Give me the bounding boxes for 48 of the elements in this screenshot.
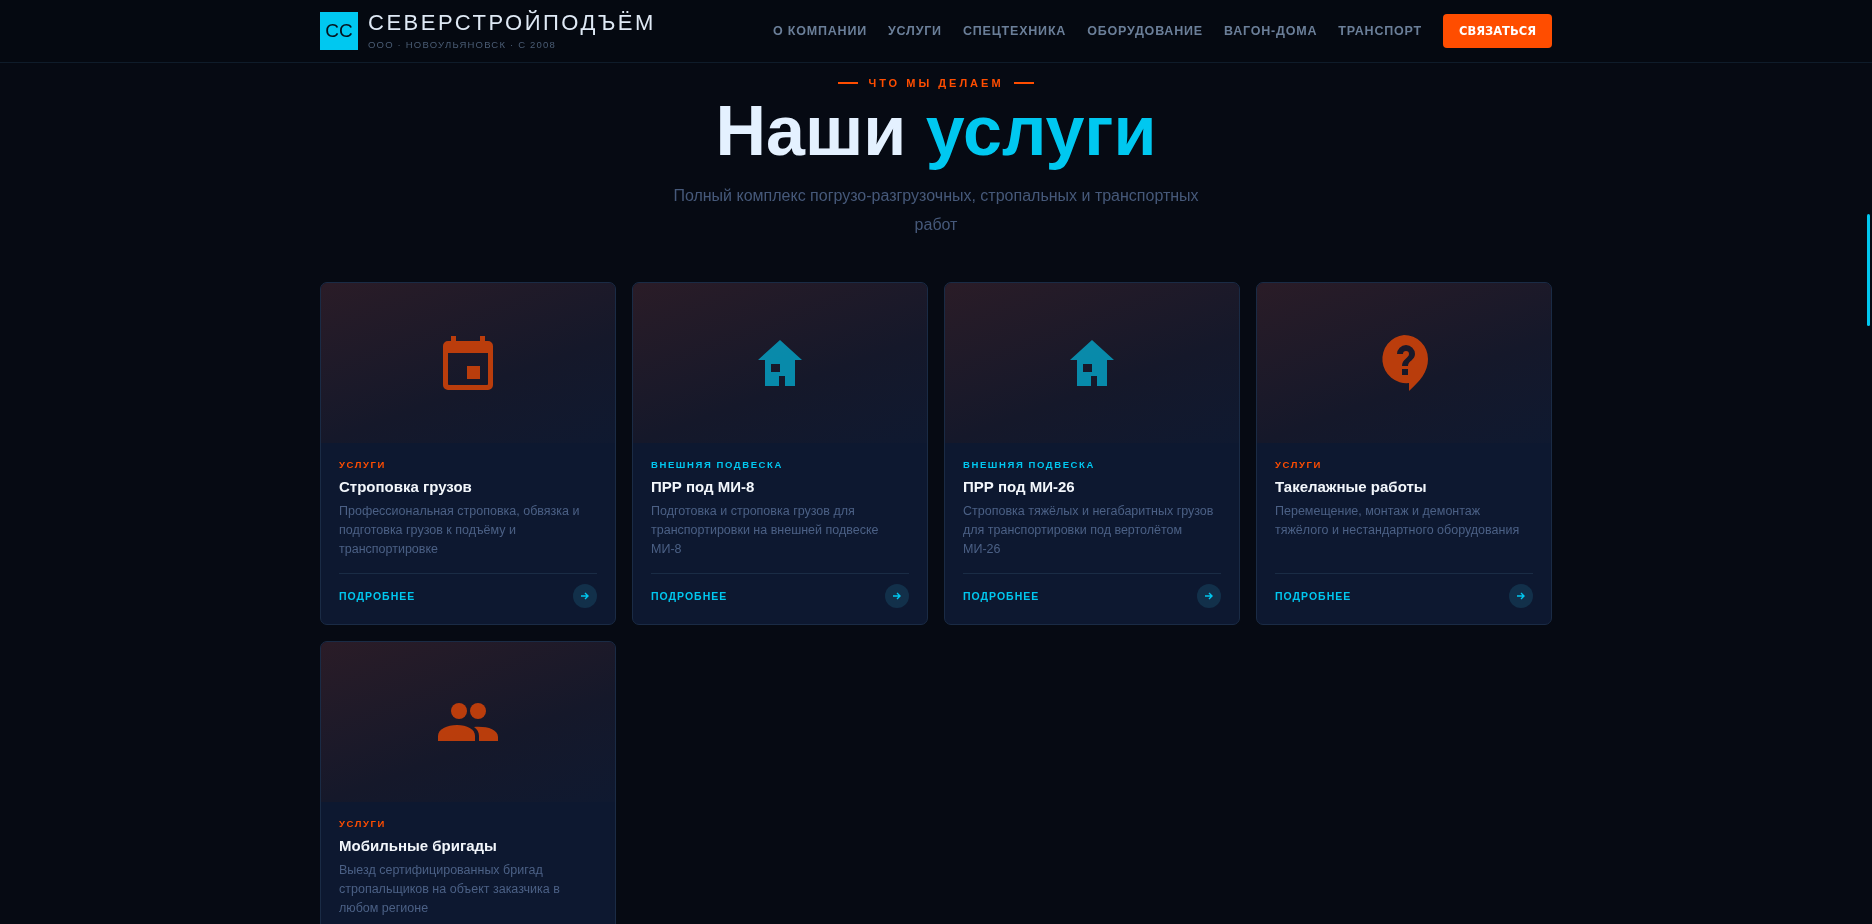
card-description: Перемещение, монтаж и демонтаж тяжёлого и нестандартного оборудования (1275, 503, 1521, 539)
calendar-icon (443, 336, 493, 390)
eyebrow-rule (1013, 82, 1034, 84)
card-category: УСЛУГИ (1275, 459, 1323, 471)
eyebrow-rule (838, 82, 859, 84)
section-title: Наши услуги (715, 91, 1157, 171)
card-title: Мобильные бригады (339, 836, 498, 855)
card-title: Такелажные работы (1275, 477, 1428, 496)
card-title: ПРР под МИ-26 (963, 477, 1076, 496)
card-description: Строповка тяжёлых и негабаритных грузов для транспортировки под вертолётом МИ-26 (963, 503, 1215, 558)
service-card[interactable]: ВНЕШНЯЯ ПОДВЕСКА ПРР под МИ-8 Подготовка и строповка грузов для транспортировки на внешней подвеске МИ-8 ПОДРОБНЕЕ (632, 282, 928, 625)
house-icon (758, 340, 802, 386)
arrow-right-icon[interactable] (885, 584, 909, 608)
house-icon (1070, 340, 1114, 386)
more-link[interactable]: ПОДРОБНЕЕ (339, 590, 416, 602)
card-category: УСЛУГИ (339, 459, 387, 471)
card-category: УСЛУГИ (339, 818, 387, 830)
more-link[interactable]: ПОДРОБНЕЕ (1275, 590, 1352, 602)
card-title: ПРР под МИ-8 (651, 477, 756, 496)
people-icon (438, 703, 498, 741)
more-link[interactable]: ПОДРОБНЕЕ (963, 590, 1040, 602)
nav-link[interactable]: О КОМПАНИИ (773, 24, 867, 38)
arrow-right-icon[interactable] (573, 584, 597, 608)
logo-mark[interactable]: СС (320, 12, 358, 50)
arrow-right-icon[interactable] (1509, 584, 1533, 608)
card-title: Строповка грузов (339, 477, 473, 496)
card-category: ВНЕШНЯЯ ПОДВЕСКА (963, 459, 1096, 471)
card-description: Выезд сертифицированных бригад стропальщиков на объект заказчика в любом регионе (339, 862, 561, 917)
card-description: Профессиональная строповка, обвязка и подготовка грузов к подъёму и транспортировке (339, 503, 581, 558)
nav-link[interactable]: ОБОРУДОВАНИЕ (1087, 24, 1203, 38)
nav-link[interactable]: ТРАНСПОРТ (1338, 24, 1422, 38)
card-category: ВНЕШНЯЯ ПОДВЕСКА (651, 459, 784, 471)
service-card[interactable]: УСЛУГИ Такелажные работы Перемещение, монтаж и демонтаж тяжёлого и нестандартного оборудования ПОДРОБНЕЕ (1256, 282, 1552, 625)
brand-tagline: ООО · НОВОУЛЬЯНОВСК · С 2008 (368, 40, 558, 50)
question-bubble-icon (1380, 335, 1428, 391)
scrollbar-thumb[interactable] (1867, 214, 1870, 326)
arrow-right-icon[interactable] (1197, 584, 1221, 608)
card-description: Подготовка и строповка грузов для транспортировки на внешней подвеске МИ-8 (651, 503, 880, 558)
brand-name: СЕВЕРСТРОЙПОДЪЁМ (368, 12, 656, 34)
section-eyebrow: ЧТО МЫ ДЕЛАЕМ (868, 77, 1004, 89)
nav-link[interactable]: ВАГОН-ДОМА (1223, 24, 1318, 38)
section-subtitle: Полный комплекс погрузо-разгрузочных, стропальных и транспортных работ (672, 186, 1200, 235)
service-card[interactable]: УСЛУГИ Мобильные бригады Выезд сертифицированных бригад стропальщиков на объект заказчика в любом регионе (320, 641, 616, 924)
more-link[interactable]: ПОДРОБНЕЕ (651, 590, 728, 602)
service-card[interactable]: УСЛУГИ Строповка грузов Профессиональная строповка, обвязка и подготовка грузов к подъёму и транспортировке ПОДРОБНЕЕ (320, 282, 616, 625)
nav-link[interactable]: УСЛУГИ (888, 24, 942, 38)
nav-link[interactable]: СПЕЦТЕХНИКА (962, 24, 1067, 38)
service-card[interactable]: ВНЕШНЯЯ ПОДВЕСКА ПРР под МИ-26 Строповка тяжёлых и негабаритных грузов для транспортировки под вертолётом МИ-26 ПОДРОБНЕЕ (944, 282, 1240, 625)
